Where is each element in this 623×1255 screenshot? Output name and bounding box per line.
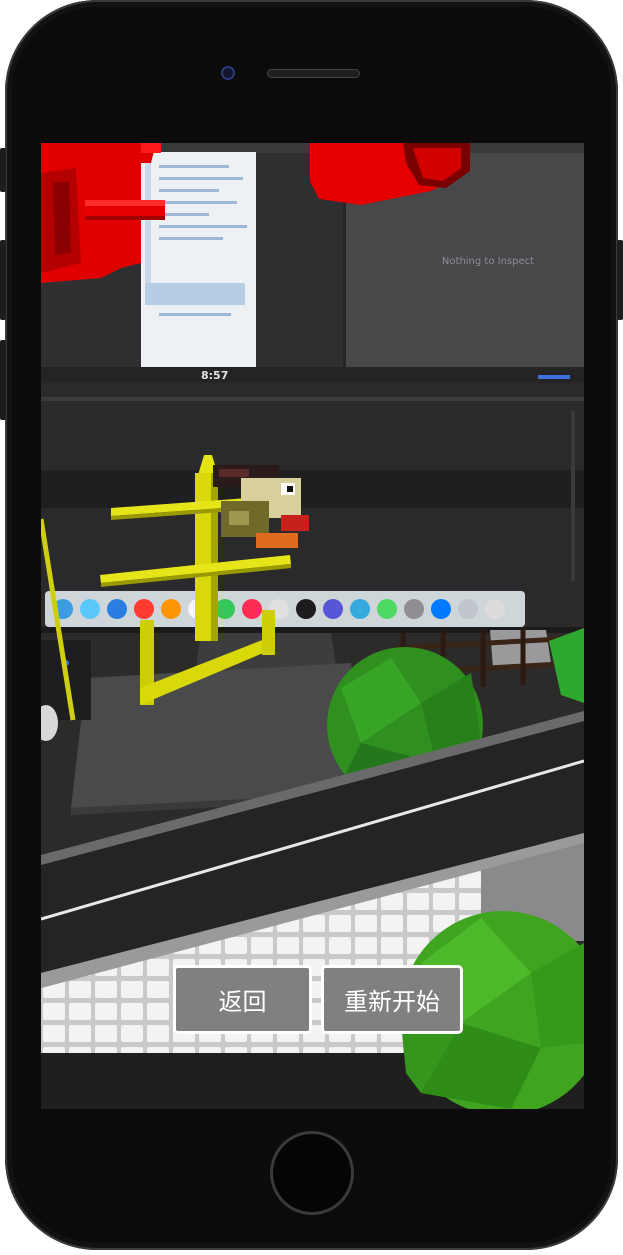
monitor-dock (45, 591, 525, 627)
mute-switch (0, 148, 6, 192)
simulator-window (141, 152, 256, 370)
power-button (617, 240, 623, 320)
restart-button[interactable]: 重新开始 (321, 965, 463, 1034)
back-button[interactable]: 返回 (173, 965, 312, 1034)
home-button[interactable] (270, 1131, 354, 1215)
monitor-time-text: 8:57 (201, 369, 228, 382)
volume-up-button (0, 240, 6, 320)
monitor-inspect-text: Nothing to Inspect (442, 256, 534, 267)
front-camera (221, 66, 235, 80)
game-screen: Nothing to Inspect 8:57 返回 重新开始 (41, 143, 584, 1109)
earpiece-speaker (267, 69, 360, 78)
ar-game-view[interactable]: Nothing to Inspect 8:57 (41, 143, 584, 1109)
volume-down-button (0, 340, 6, 420)
